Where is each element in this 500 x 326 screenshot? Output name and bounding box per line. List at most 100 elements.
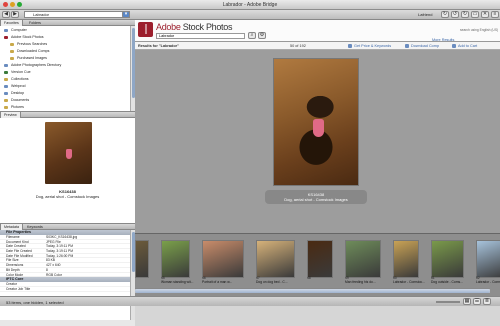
folder-icon [4, 35, 8, 39]
main-caption-text: Dog, aerial shot - Comstock Images [284, 197, 348, 202]
workspace-menu[interactable]: Lafriend [418, 12, 432, 18]
results-bar: Results for "Labrador" 50 of 192 Get Pri… [135, 42, 500, 50]
preview-image-detail [66, 149, 72, 159]
favorite-label: Documents [11, 98, 30, 102]
favorite-label: Adobe Photographers Directory [11, 63, 62, 67]
left-panel: Favorites Folders Computer Adobe Stock Ph… [0, 20, 135, 326]
get-price-keywords-label: Get Price & Keywords [354, 44, 392, 48]
metadata-value: RGB Color [46, 272, 62, 277]
view-details-icon[interactable]: ☰ [473, 298, 481, 305]
metadata-panel: Metadata Keywords File Properties Filena… [0, 224, 135, 326]
logo-a-mark [142, 24, 150, 34]
content-area: Adobe Stock Photos ⌕ ⚙ search using Engl… [135, 20, 500, 296]
brand-adobe: Adobe [156, 22, 181, 32]
thumbnail-number: 48 [307, 276, 311, 280]
more-results-link[interactable]: More Results [432, 37, 454, 43]
thumbnail-label: Portrait of a man w... [202, 280, 233, 284]
results-count: 50 of 192 [290, 44, 306, 48]
favorite-item[interactable]: Version Cue [4, 70, 31, 76]
iptc-rows: Creator Creator Job Title [0, 282, 135, 292]
rotate-left-icon[interactable]: ↺ [451, 11, 459, 18]
metadata-list: File Properties Filename S03KC_KS16438.jp… [0, 230, 135, 320]
folder-icon [4, 28, 8, 32]
preview-caption: Dog, aerial shot - Comstock Images [35, 194, 100, 199]
cart-icon [452, 44, 456, 48]
search-language[interactable]: search using English (US) [460, 28, 498, 32]
rotate-right-icon[interactable]: ↻ [461, 11, 469, 18]
favorite-item[interactable]: Previous Searches [10, 42, 47, 48]
download-comp-link[interactable]: Download Comp [405, 43, 439, 49]
main-caption: KS16438 Dog, aerial shot - Comstock Imag… [265, 190, 367, 204]
filmstrip-thumbnail[interactable] [393, 240, 419, 278]
filmstrip-scrollbar[interactable] [135, 288, 490, 293]
file-properties-rows: Filename S03KC_KS16438.jpg Document Kind JP… [0, 235, 135, 278]
path-dropdown-arrow-icon[interactable]: ▾ [122, 11, 130, 18]
favorite-label: Computer [11, 28, 27, 32]
path-dropdown[interactable]: Labrador [24, 11, 130, 18]
stock-search-input[interactable] [156, 33, 245, 39]
title-bar: Labrador - Adobe Bridge [0, 0, 500, 10]
path-label: Labrador [33, 12, 50, 17]
window-title: Labrador - Adobe Bridge [222, 2, 278, 8]
favorite-label: Purchased Images [17, 56, 47, 60]
add-to-cart-link[interactable]: Add to Cart [452, 43, 477, 49]
favorite-item[interactable]: Downloaded Comps [10, 49, 49, 55]
advanced-search-icon[interactable]: ⚙ [258, 32, 266, 39]
filmstrip-thumbnail[interactable] [161, 240, 190, 278]
favorite-item[interactable]: Pictures [4, 105, 24, 111]
search-options-icon[interactable]: ⌕ [248, 32, 256, 39]
preview-area: KS16438 Dog, aerial shot - Comstock Imag… [0, 118, 135, 224]
filmstrip-thumbnail[interactable] [135, 240, 149, 278]
filmstrip-thumbnail[interactable] [307, 240, 333, 278]
filmstrip-thumbnail[interactable] [431, 240, 464, 278]
view-grid-icon[interactable]: ▦ [463, 298, 471, 305]
new-folder-icon[interactable]: ▭ [471, 11, 479, 18]
metadata-row[interactable]: Color Mode RGB Color [0, 273, 135, 278]
favorite-label: Desktop [11, 91, 25, 95]
get-price-keywords-link[interactable]: Get Price & Keywords [348, 43, 391, 49]
thumbnail-label: Labrador - Comstoc... [393, 280, 425, 284]
filmstrip-thumbnail[interactable] [345, 240, 381, 278]
preview-image[interactable] [45, 122, 92, 184]
favorite-item[interactable]: Webprod [4, 84, 26, 90]
delete-icon[interactable]: ✕ [481, 11, 489, 18]
metadata-row[interactable]: Creator Job Title [0, 287, 135, 292]
thumbnail-label: Labrador - Comstoc... [476, 280, 500, 284]
favorite-item[interactable]: Adobe Photographers Directory [4, 63, 61, 69]
content-viewer: KS16438 Dog, aerial shot - Comstock Imag… [135, 50, 500, 233]
favorite-item[interactable]: Documents [4, 98, 29, 104]
filmstrip-thumbnail[interactable] [476, 240, 500, 278]
favorite-item[interactable]: Computer [4, 28, 27, 34]
forward-button[interactable]: ▶ [11, 11, 19, 18]
favorite-item[interactable]: Adobe Stock Photos [4, 35, 44, 41]
status-bar: 53 items, one hidden, 1 selected ▦ ☰ ≣ [0, 296, 500, 306]
folder-icon [10, 49, 14, 53]
favorite-item[interactable]: Collections [4, 77, 29, 83]
download-comp-label: Download Comp [411, 44, 440, 48]
filmstrip-scroll-thumb[interactable] [135, 289, 490, 293]
menu-icon[interactable]: ≡ [491, 11, 499, 18]
bridge-window: Labrador - Adobe Bridge ◀ ▶ Labrador ▾ L… [0, 0, 500, 326]
favorite-item[interactable]: Purchased Images [10, 56, 47, 62]
thumbnail-label: Dog on dog bed - C... [256, 280, 288, 284]
folder-icon [4, 77, 8, 81]
toolbar: ◀ ▶ Labrador ▾ Lafriend ↻ ↺ ↻ ▭ ✕ ≡ [0, 10, 500, 20]
folder-icon [4, 98, 8, 102]
filmstrip-thumbnail[interactable] [202, 240, 244, 278]
thumbnail-size-slider[interactable] [436, 301, 460, 303]
filmstrip-thumbnail[interactable] [256, 240, 295, 278]
folder-icon [4, 84, 8, 88]
favorite-label: Downloaded Comps [17, 49, 50, 53]
favorites-list: Computer Adobe Stock Photos Previous Searc… [0, 26, 135, 112]
main-image[interactable] [273, 58, 359, 186]
view-list-icon[interactable]: ≣ [483, 298, 491, 305]
back-button[interactable]: ◀ [2, 11, 10, 18]
folder-icon [4, 91, 8, 95]
thumbnail-label: Dog outside - Coms... [431, 280, 463, 284]
refresh-icon[interactable]: ↻ [441, 11, 449, 18]
status-text: 53 items, one hidden, 1 selected [6, 300, 64, 305]
favorite-label: Webprod [11, 84, 26, 88]
favorite-label: Collections [11, 77, 29, 81]
favorite-label: Adobe Stock Photos [11, 35, 44, 39]
favorite-item[interactable]: Desktop [4, 91, 24, 97]
